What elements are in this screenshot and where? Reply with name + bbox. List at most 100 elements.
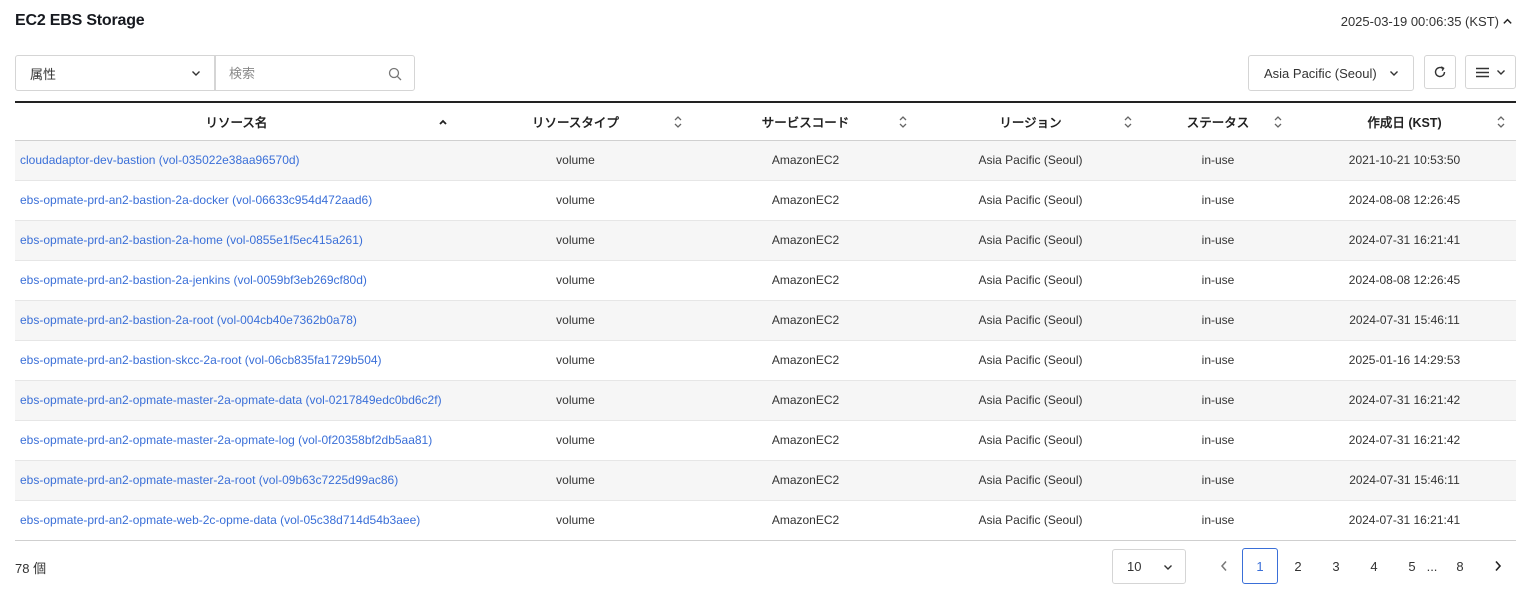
resource-type-cell: volume [556,193,595,207]
service-code-cell: AmazonEC2 [771,393,840,407]
status-cell: in-use [1201,513,1235,527]
column-settings-button[interactable] [1465,55,1516,89]
search-input[interactable] [229,65,379,81]
resource-name-cell[interactable]: cloudadaptor-dev-bastion (vol-035022e38a… [15,140,458,180]
page-size-select[interactable]: 10 [1112,549,1186,584]
resource-type-cell: volume [556,313,595,327]
table-row: ebs-opmate-prd-an2-bastion-skcc-2a-root … [15,340,1516,380]
total-count: 78 個 [15,561,47,576]
attribute-select[interactable]: 属性 [15,55,215,91]
sort-ascending-icon[interactable] [438,115,448,129]
column-header-region[interactable]: リージョン [918,102,1143,140]
next-page-button[interactable] [1482,548,1514,584]
resource-table: リソース名 リソースタイプ サービスコード リージョン ステータス 作成日 (K… [15,101,1516,541]
search-icon[interactable] [388,67,402,81]
sort-icon[interactable] [898,115,908,129]
page-button-1[interactable]: 1 [1242,548,1278,584]
resource-name-cell[interactable]: ebs-opmate-prd-an2-bastion-2a-root (vol-… [15,300,458,340]
page-button-3[interactable]: 3 [1322,548,1350,584]
sort-icon[interactable] [1496,115,1506,129]
service-code-cell: AmazonEC2 [771,153,840,167]
resource-type-cell: volume [556,513,595,527]
resource-name-link[interactable]: ebs-opmate-prd-an2-bastion-2a-jenkins (v… [20,273,367,287]
sort-icon[interactable] [1273,115,1283,129]
resource-type-cell: volume [556,273,595,287]
table-row: cloudadaptor-dev-bastion (vol-035022e38a… [15,140,1516,180]
last-updated-timestamp[interactable]: 2025-03-19 00:06:35 (KST) [1341,14,1513,29]
page-button-2[interactable]: 2 [1284,548,1312,584]
column-header-resource-name[interactable]: リソース名 [15,102,458,140]
resource-name-link[interactable]: ebs-opmate-prd-an2-opmate-master-2a-opma… [20,433,432,447]
page-button-8[interactable]: 8 [1446,548,1474,584]
table-row: ebs-opmate-prd-an2-opmate-master-2a-root… [15,460,1516,500]
region-cell: Asia Pacific (Seoul) [978,193,1083,207]
table-row: ebs-opmate-prd-an2-opmate-web-2c-opme-da… [15,500,1516,540]
resource-name-cell[interactable]: ebs-opmate-prd-an2-opmate-master-2a-opma… [15,420,458,460]
status-cell: in-use [1201,153,1235,167]
chevron-left-icon [1220,561,1227,571]
page-button-4[interactable]: 4 [1360,548,1388,584]
region-cell: Asia Pacific (Seoul) [978,513,1083,527]
sort-icon[interactable] [1123,115,1133,129]
service-code-cell: AmazonEC2 [771,313,840,327]
created-date-cell: 2024-07-31 16:21:42 [1348,433,1461,447]
refresh-button[interactable] [1424,55,1456,89]
prev-page-button[interactable] [1208,548,1240,584]
table-row: ebs-opmate-prd-an2-bastion-2a-docker (vo… [15,180,1516,220]
resource-name-cell[interactable]: ebs-opmate-prd-an2-bastion-2a-docker (vo… [15,180,458,220]
resource-type-cell: volume [556,233,595,247]
column-header-created-date[interactable]: 作成日 (KST) [1293,102,1516,140]
page-title: EC2 EBS Storage [15,12,145,29]
created-date-cell: 2024-08-08 12:26:45 [1348,273,1461,287]
resource-name-link[interactable]: ebs-opmate-prd-an2-bastion-2a-home (vol-… [20,233,363,247]
page-size-value: 10 [1127,559,1142,574]
table-header-row: リソース名 リソースタイプ サービスコード リージョン ステータス 作成日 (K… [15,102,1516,140]
service-code-cell: AmazonEC2 [771,353,840,367]
resource-name-cell[interactable]: ebs-opmate-prd-an2-bastion-2a-home (vol-… [15,220,458,260]
region-cell: Asia Pacific (Seoul) [978,153,1083,167]
chevron-up-icon[interactable] [1502,16,1513,27]
resource-name-cell[interactable]: ebs-opmate-prd-an2-bastion-skcc-2a-root … [15,340,458,380]
created-date-cell: 2024-07-31 16:21:42 [1348,393,1461,407]
column-header-service-code[interactable]: サービスコード [693,102,918,140]
resource-type-cell: volume [556,393,595,407]
column-header-resource-type[interactable]: リソースタイプ [458,102,693,140]
table-row: ebs-opmate-prd-an2-opmate-master-2a-opma… [15,380,1516,420]
page-ellipsis: ... [1426,558,1438,574]
service-code-cell: AmazonEC2 [771,193,840,207]
resource-name-cell[interactable]: ebs-opmate-prd-an2-opmate-master-2a-opma… [15,380,458,420]
status-cell: in-use [1201,473,1235,487]
resource-name-cell[interactable]: ebs-opmate-prd-an2-bastion-2a-jenkins (v… [15,260,458,300]
resource-type-cell: volume [556,473,595,487]
service-code-cell: AmazonEC2 [771,273,840,287]
region-select[interactable]: Asia Pacific (Seoul) [1248,55,1414,91]
region-select-value: Asia Pacific (Seoul) [1264,65,1377,81]
resource-name-link[interactable]: ebs-opmate-prd-an2-opmate-master-2a-opma… [20,393,442,407]
resource-name-link[interactable]: cloudadaptor-dev-bastion (vol-035022e38a… [20,153,300,167]
resource-name-link[interactable]: ebs-opmate-prd-an2-opmate-master-2a-root… [20,473,398,487]
resource-name-cell[interactable]: ebs-opmate-prd-an2-opmate-web-2c-opme-da… [15,500,458,540]
column-header-status[interactable]: ステータス [1143,102,1293,140]
service-code-cell: AmazonEC2 [771,233,840,247]
resource-name-link[interactable]: ebs-opmate-prd-an2-bastion-2a-root (vol-… [20,313,357,327]
service-code-cell: AmazonEC2 [771,473,840,487]
status-cell: in-use [1201,433,1235,447]
resource-name-link[interactable]: ebs-opmate-prd-an2-bastion-2a-docker (vo… [20,193,372,207]
sort-icon[interactable] [673,115,683,129]
resource-name-link[interactable]: ebs-opmate-prd-an2-bastion-skcc-2a-root … [20,353,382,367]
region-cell: Asia Pacific (Seoul) [978,433,1083,447]
table-row: ebs-opmate-prd-an2-bastion-2a-root (vol-… [15,300,1516,340]
search-field[interactable] [215,55,415,91]
table-row: ebs-opmate-prd-an2-bastion-2a-home (vol-… [15,220,1516,260]
created-date-cell: 2024-08-08 12:26:45 [1348,193,1461,207]
created-date-cell: 2024-07-31 16:21:41 [1348,513,1461,527]
resource-name-link[interactable]: ebs-opmate-prd-an2-opmate-web-2c-opme-da… [20,513,420,527]
resource-name-cell[interactable]: ebs-opmate-prd-an2-opmate-master-2a-root… [15,460,458,500]
status-cell: in-use [1201,233,1235,247]
timestamp-text: 2025-03-19 00:06:35 (KST) [1340,14,1499,29]
status-cell: in-use [1201,313,1235,327]
resource-type-cell: volume [556,433,595,447]
created-date-cell: 2024-07-31 16:21:41 [1348,233,1461,247]
page-button-5[interactable]: 5 [1398,548,1426,584]
refresh-icon [1434,66,1446,78]
